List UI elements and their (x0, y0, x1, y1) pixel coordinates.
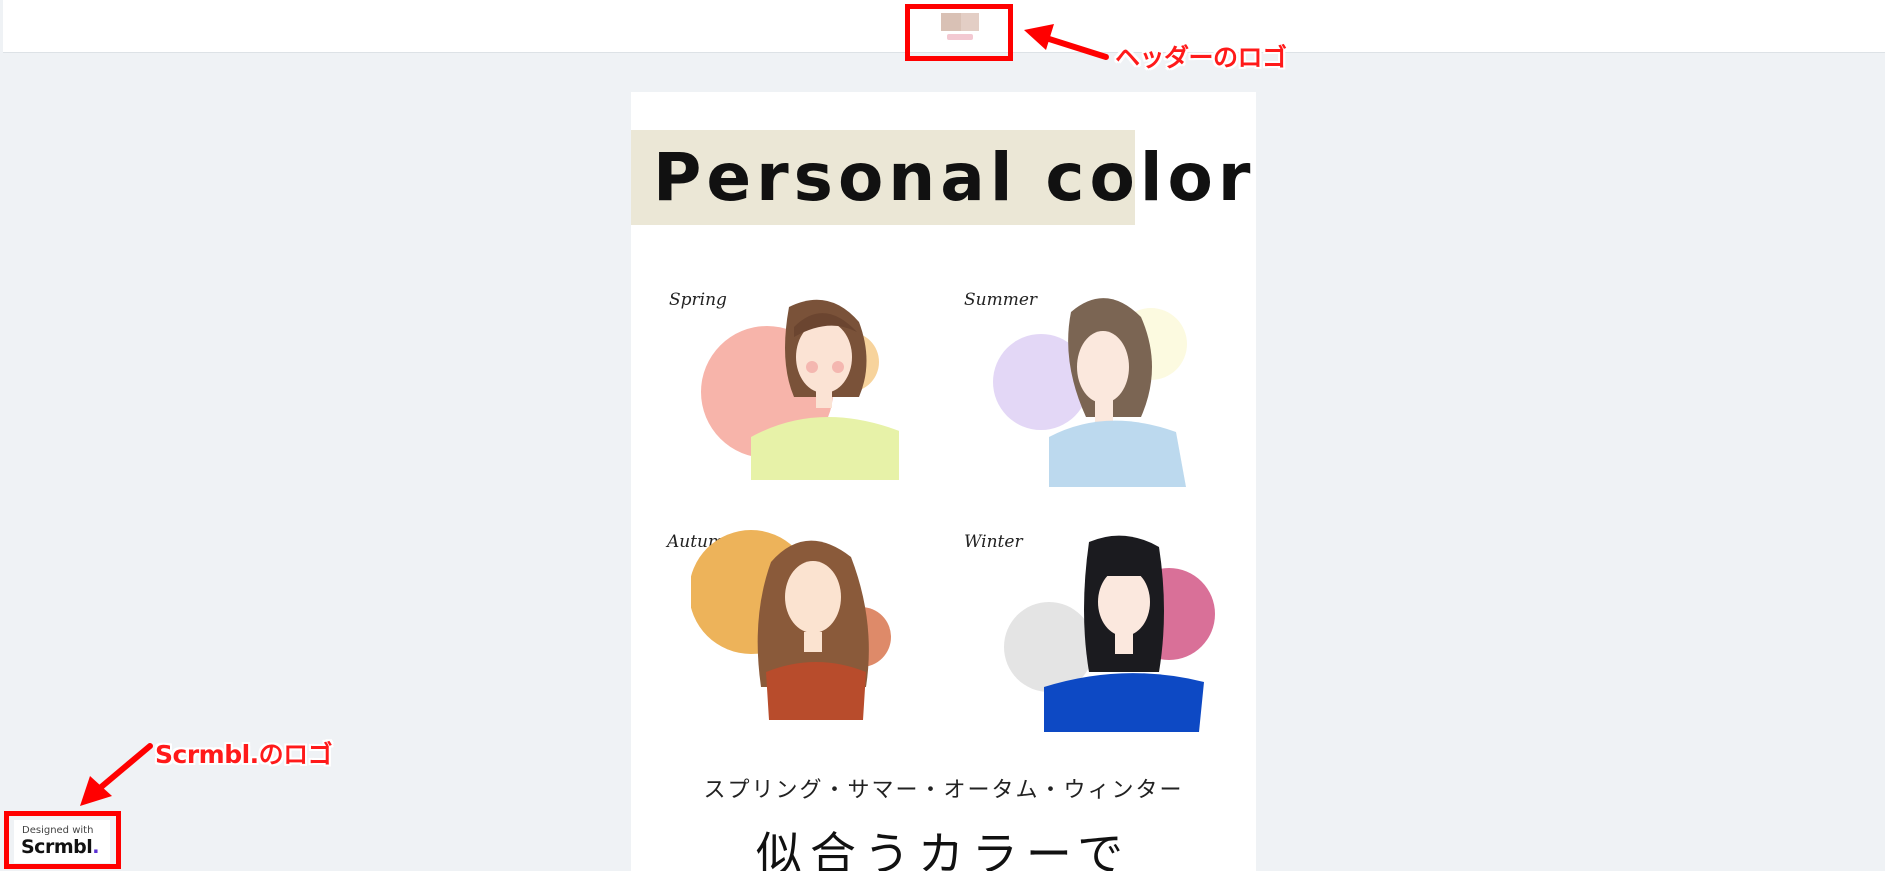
scrmbl-logo-tagline: Designed with (22, 825, 94, 836)
scrmbl-brand-dot: . (92, 836, 99, 858)
scrmbl-logo-callout: Scrmbl.のロゴ (155, 740, 333, 769)
summer-portrait-illustration (993, 298, 1187, 487)
seasons-subtitle: スプリング・サマー・オータム・ウィンター (703, 778, 1184, 803)
content-card: Personal color Spring Summer Autumn Wint… (631, 92, 1256, 871)
autumn-portrait-illustration (691, 530, 891, 720)
header-logo-callout: ヘッダーのロゴ (1115, 43, 1287, 72)
page-title: Personal color (653, 139, 1256, 216)
scrmbl-brand-text: Scrmbl (21, 836, 93, 858)
header-logo-highlight-box (905, 4, 1013, 61)
section-heading: 似合うカラーで (755, 827, 1132, 871)
scrmbl-logo-arrow-icon (80, 743, 153, 806)
spring-portrait-illustration (701, 299, 899, 480)
winter-portrait-illustration (1004, 535, 1215, 732)
scrmbl-logo[interactable]: Designed with Scrmbl. (14, 820, 110, 863)
header-logo-arrow-icon (1024, 24, 1109, 60)
scrmbl-logo-wordmark: Scrmbl. (21, 836, 99, 858)
